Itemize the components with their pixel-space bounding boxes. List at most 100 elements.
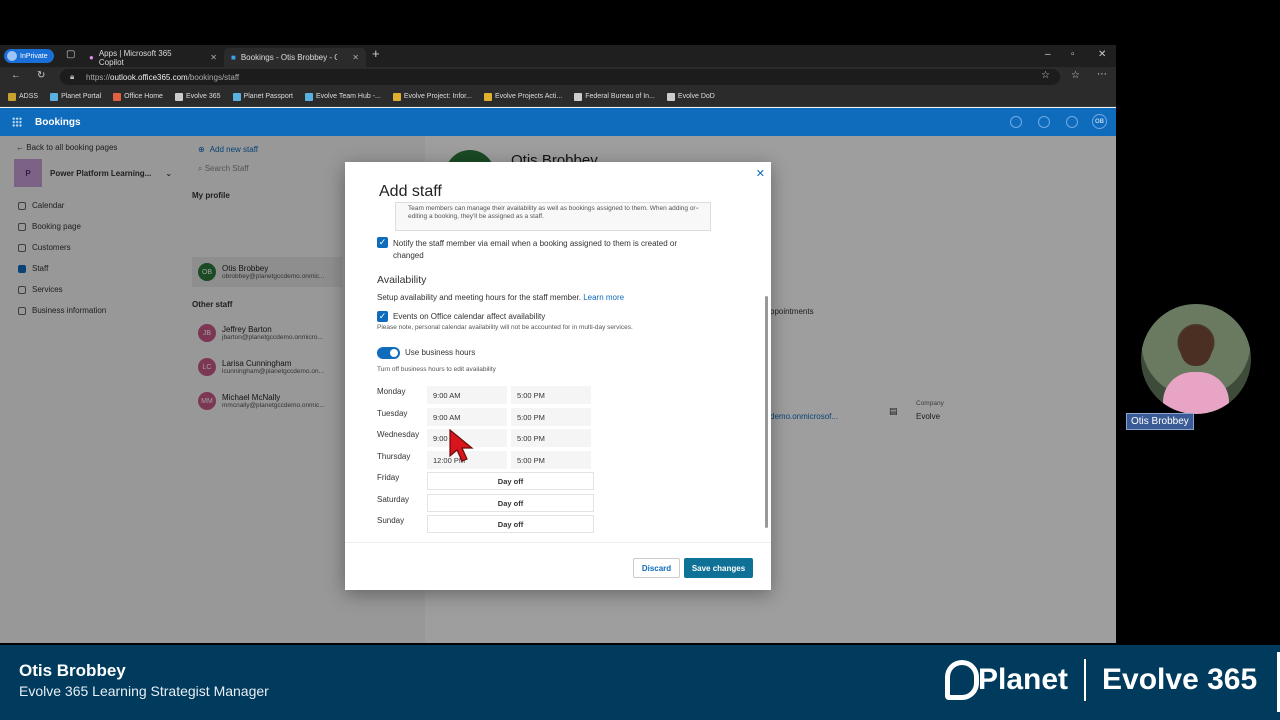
planet-wordmark: Planet (978, 663, 1069, 696)
lock-icon: 🔒︎ (70, 72, 75, 81)
availability-desc-text: Setup availability and meeting hours for… (377, 293, 581, 302)
bookmark-label: Planet Portal (61, 93, 102, 100)
evolve-wordmark: Evolve 365 (1102, 663, 1258, 696)
bookmark-icon (305, 92, 313, 101)
close-tab-icon[interactable]: ✕ (352, 53, 359, 62)
end-time-field: 5:00 PM (511, 451, 591, 469)
grid-icon (392, 92, 401, 101)
notify-checkbox[interactable]: ✓ (377, 237, 388, 248)
page-icon (174, 92, 183, 101)
tab-bar: InPrivate ▢ ● Apps | Microsoft 365 Copil… (0, 45, 1116, 67)
day-label: Monday (377, 387, 406, 396)
learn-more-link[interactable]: Learn more (583, 293, 624, 302)
mouse-cursor-icon (449, 428, 474, 462)
minimize-icon[interactable]: – (1045, 49, 1051, 60)
bookmark[interactable]: Federal Bureau of In... (574, 92, 655, 101)
bookmark-label: ADSS (19, 93, 39, 100)
save-changes-button[interactable]: Save changes (684, 558, 753, 578)
notifications-icon[interactable] (1066, 116, 1078, 128)
dialog-footer: Discard Save changes (345, 542, 771, 590)
app-launcher-icon[interactable] (12, 117, 22, 127)
grid-icon (483, 92, 492, 101)
tab-label: Bookings - Otis Brobbey - Outlo (240, 53, 337, 62)
webcam-name-label: Otis Brobbey (1126, 413, 1194, 430)
tab-copilot[interactable]: ● Apps | Microsoft 365 Copilot ✕ (82, 48, 224, 67)
url-field[interactable]: 🔒︎ https://outlook.office365.com/booking… (60, 69, 1060, 85)
discard-button[interactable]: Discard (633, 558, 680, 578)
presenter-head (1180, 326, 1212, 366)
bookmark[interactable]: Evolve Projects Acti... (483, 92, 562, 101)
business-hours-note: Turn off business hours to edit availabi… (377, 366, 496, 373)
day-label: Wednesday (377, 430, 420, 439)
tab-actions-icon[interactable]: ▢ (66, 49, 75, 60)
end-time-field: 5:00 PM (511, 429, 591, 447)
new-tab-icon[interactable]: + (372, 46, 380, 61)
close-tab-icon[interactable]: ✕ (210, 53, 217, 62)
address-bar-row: ← ↻ 🔒︎ https://outlook.office365.com/boo… (0, 67, 1116, 87)
presenter-webcam (1141, 304, 1251, 414)
refresh-icon[interactable]: ↻ (37, 70, 45, 81)
bookmark-icon (232, 92, 241, 101)
events-note: Please note, personal calendar availabil… (377, 324, 633, 331)
notify-label: Notify the staff member via email when a… (393, 239, 677, 260)
bookmark-label: Federal Bureau of In... (585, 93, 655, 100)
day-off-field: Day off (427, 515, 594, 533)
dialog-scroll-area[interactable]: Team members can manage their availabili… (345, 202, 767, 542)
day-off-field: Day off (427, 472, 594, 490)
bookmark[interactable]: Evolve Team Hub -... (305, 92, 381, 101)
maximize-icon[interactable]: ▫ (1071, 49, 1075, 60)
scrollbar[interactable] (765, 296, 768, 528)
bookmark-label: Evolve Project: Infor... (403, 93, 472, 100)
url-path: /bookings/staff (187, 72, 240, 82)
presenter-figure (1163, 372, 1229, 414)
events-checkbox[interactable]: ✓ (377, 311, 388, 322)
note-text: Team members can manage their availabili… (408, 205, 696, 220)
day-label: Tuesday (377, 409, 408, 418)
business-hours-toggle[interactable] (377, 347, 400, 359)
lower-third: Otis Brobbey Evolve 365 Learning Strateg… (0, 645, 1280, 720)
url-host: outlook.office365.com (110, 72, 188, 82)
business-hours-label: Use business hours (405, 348, 476, 357)
inprivate-badge[interactable]: InPrivate (4, 49, 54, 63)
bookmark[interactable]: Planet Portal (50, 92, 102, 101)
copilot-icon: ● (89, 53, 94, 62)
end-time-field: 5:00 PM (511, 408, 591, 426)
bookmark[interactable]: Office Home (113, 92, 163, 101)
help-icon[interactable] (1010, 116, 1022, 128)
availability-description: Setup availability and meeting hours for… (377, 293, 624, 302)
logo-divider (1084, 659, 1087, 701)
bookmark[interactable]: ADSS (8, 92, 39, 101)
start-time-field: 9:00 AM (427, 408, 507, 426)
more-menu-icon[interactable]: ⋯ (1097, 69, 1107, 80)
bookmark[interactable]: Evolve DoD (666, 92, 715, 101)
day-label: Thursday (377, 452, 411, 461)
user-avatar[interactable]: OB (1092, 114, 1107, 129)
back-icon[interactable]: ← (11, 70, 21, 81)
favorites-icon[interactable]: ☆ (1071, 70, 1080, 81)
tab-bookings[interactable]: ■ Bookings - Otis Brobbey - Outlo ✕ (224, 48, 366, 67)
start-time-field: 9:00 AM (427, 386, 507, 404)
presenter-name: Otis Brobbey (19, 661, 126, 680)
planet-logo: Planet (945, 660, 1068, 700)
chevron-down-icon[interactable]: ⌄ (695, 204, 700, 212)
close-window-icon[interactable]: ✕ (1098, 49, 1106, 60)
bookmark-label: Evolve DoD (677, 93, 715, 100)
bookmark[interactable]: Evolve 365 (174, 92, 221, 101)
close-icon[interactable]: ✕ (756, 167, 765, 180)
presenter-role: Evolve 365 Learning Strategist Manager (19, 683, 269, 699)
day-label: Saturday (377, 495, 410, 504)
settings-icon[interactable] (1038, 116, 1050, 128)
bookmark[interactable]: Planet Passport (232, 92, 293, 101)
staff-role-description: Team members can manage their availabili… (395, 202, 711, 231)
page-icon (666, 92, 675, 101)
bookmark-label: Planet Passport (243, 93, 293, 100)
favorite-star-icon[interactable]: ☆ (1041, 70, 1050, 81)
tab-label: Apps | Microsoft 365 Copilot (98, 48, 172, 67)
bookmark[interactable]: Evolve Project: Infor... (392, 92, 472, 101)
office-icon (113, 92, 122, 101)
folder-icon (8, 92, 16, 101)
bookmark-label: Office Home (124, 93, 163, 100)
day-label: Sunday (377, 516, 405, 525)
planet-logo-mark (945, 660, 979, 700)
end-time-field: 5:00 PM (511, 386, 591, 404)
